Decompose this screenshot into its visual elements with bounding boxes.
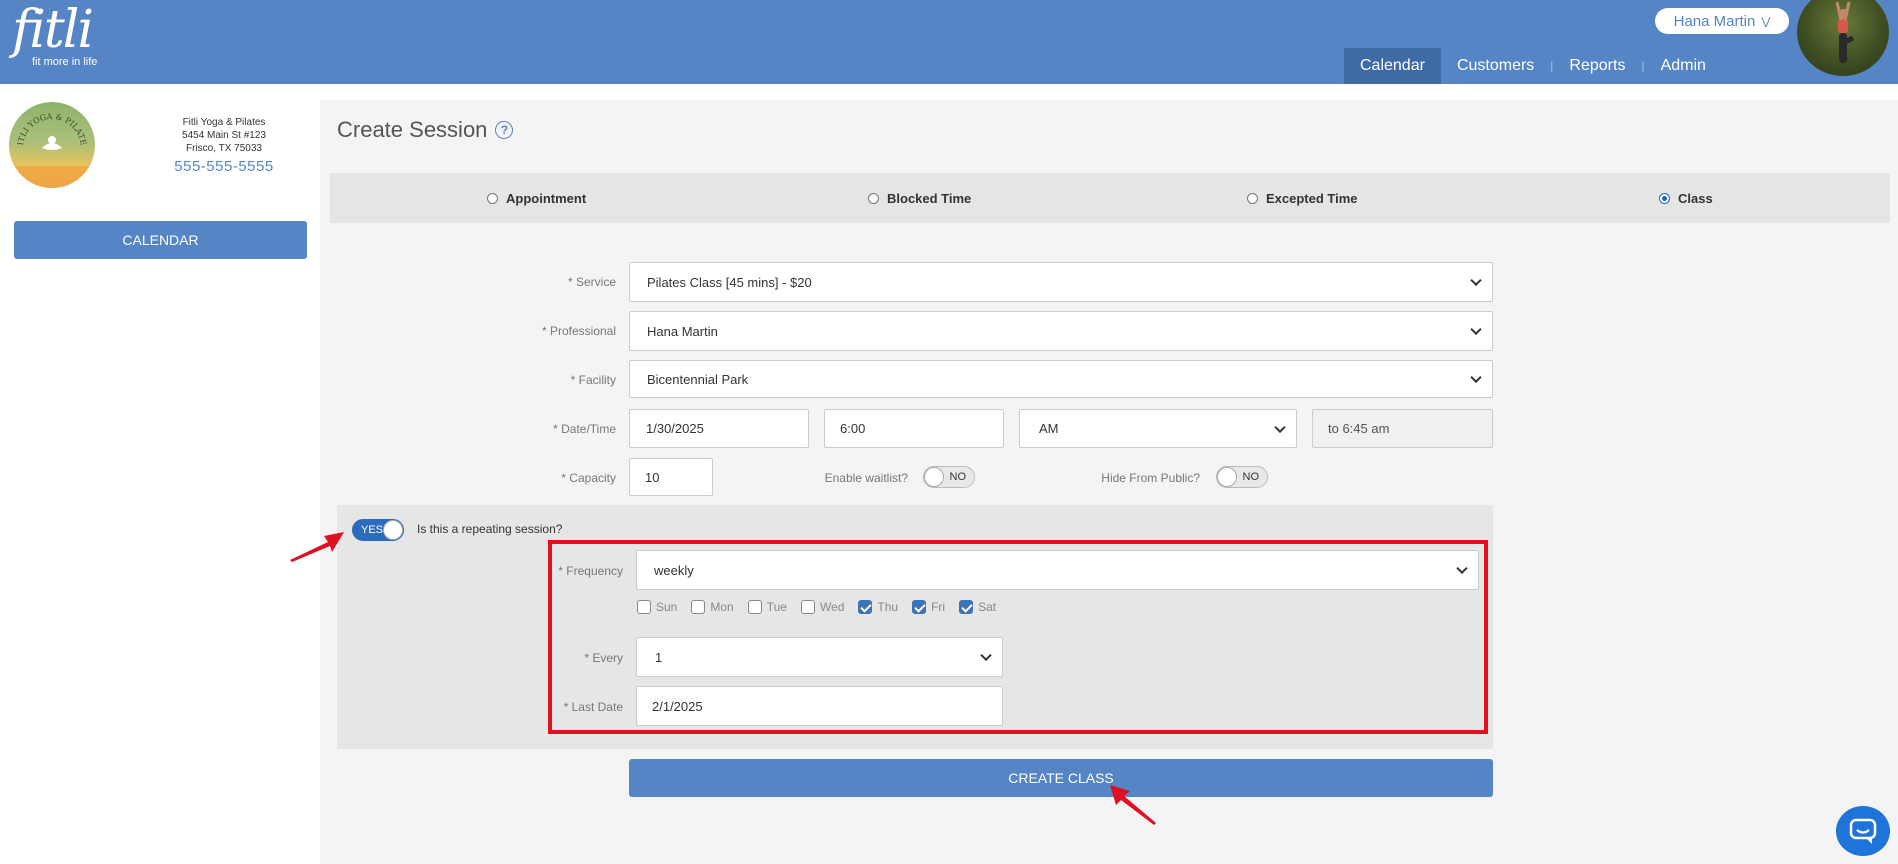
toggle-state: YES	[361, 524, 384, 536]
chat-support-button[interactable]	[1836, 806, 1890, 856]
nav-customers[interactable]: Customers	[1441, 48, 1550, 84]
day-label: Thu	[877, 600, 899, 614]
nav-calendar[interactable]: Calendar	[1344, 48, 1441, 84]
toggle-knob	[1217, 467, 1237, 487]
day-sat[interactable]: Sat	[959, 600, 996, 614]
help-icon[interactable]: ?	[495, 121, 514, 139]
page-title-text: Create Session	[337, 117, 488, 142]
checkbox[interactable]	[800, 600, 815, 614]
day-label: Tue	[766, 600, 787, 614]
day-thu[interactable]: Thu	[858, 600, 898, 614]
radio-label: Class	[1678, 191, 1713, 206]
create-class-button[interactable]: CREATE CLASS	[629, 759, 1493, 797]
radio-button[interactable]	[1247, 193, 1258, 204]
repeat-question: Is this a repeating session?	[417, 522, 563, 536]
studio-phone[interactable]: 555-555-5555	[150, 158, 298, 175]
chat-icon	[1849, 818, 1877, 844]
time-input[interactable]: 6:00	[824, 409, 1004, 448]
radio-blocked-time[interactable]: Blocked Time	[868, 191, 971, 206]
checkbox-checked[interactable]	[912, 600, 927, 614]
page-title: Create Session ?	[337, 117, 514, 143]
repeat-toggle[interactable]: YES	[352, 519, 404, 541]
hide-public-label: Hide From Public?	[1101, 471, 1200, 485]
checkbox[interactable]	[691, 600, 706, 614]
day-wed[interactable]: Wed	[800, 600, 845, 614]
nav-reports[interactable]: Reports	[1553, 48, 1641, 84]
checkbox[interactable]	[747, 600, 762, 614]
main-nav: Calendar Customers | Reports | Admin	[1344, 48, 1722, 84]
toggle-state: NO	[1242, 471, 1260, 483]
capacity-label: * Capacity	[561, 471, 616, 485]
calendar-button[interactable]: CALENDAR	[14, 221, 307, 259]
hide-public-toggle[interactable]: NO	[1216, 466, 1268, 488]
radio-button-selected[interactable]	[1659, 193, 1670, 204]
datetime-label: * Date/Time	[553, 422, 616, 436]
professional-select[interactable]: Hana Martin	[629, 311, 1493, 351]
user-name: Hana Martin	[1673, 12, 1756, 30]
top-header: fitli fit more in life Hana Martin ⋁ Cal…	[0, 0, 1898, 84]
waitlist-toggle[interactable]: NO	[923, 466, 975, 488]
frequency-select[interactable]: weekly	[636, 550, 1479, 590]
address-line-2: Frisco, TX 75033	[186, 143, 262, 154]
session-type-bar: Appointment Blocked Time Excepted Time C…	[330, 173, 1890, 223]
chevron-down-icon: ⋁	[1761, 15, 1771, 28]
radio-label: Excepted Time	[1266, 191, 1358, 206]
service-select[interactable]: Pilates Class [45 mins] - $20	[629, 262, 1493, 302]
waitlist-label: Enable waitlist?	[824, 471, 908, 485]
frequency-label: * Frequency	[558, 564, 623, 578]
weekday-checkboxes: Sun Mon Tue Wed Thu Fri Sat	[637, 600, 996, 614]
avatar[interactable]	[1797, 0, 1889, 76]
checkbox[interactable]	[637, 600, 651, 614]
radio-button[interactable]	[487, 193, 498, 204]
day-tue[interactable]: Tue	[747, 600, 787, 614]
toggle-knob	[383, 520, 403, 540]
date-input[interactable]: 1/30/2025	[629, 409, 809, 448]
studio-address: Fitli Yoga & Pilates 5454 Main St #123 F…	[150, 116, 298, 155]
radio-button[interactable]	[868, 193, 879, 204]
checkbox-checked[interactable]	[959, 600, 974, 614]
facility-label: * Facility	[570, 373, 616, 387]
toggle-knob	[924, 467, 944, 487]
logo-tagline: fit more in life	[32, 56, 98, 68]
ampm-select[interactable]: AM	[1019, 409, 1297, 448]
end-time-display: to 6:45 am	[1312, 409, 1493, 448]
day-label: Sun	[656, 600, 678, 614]
professional-label: * Professional	[541, 324, 616, 338]
day-label: Wed	[819, 600, 845, 614]
radio-appointment[interactable]: Appointment	[487, 191, 586, 206]
studio-name: Fitli Yoga & Pilates	[182, 117, 266, 128]
studio-logo: FITLI YOGA & PILATES	[9, 102, 95, 188]
every-label: * Every	[584, 651, 623, 665]
address-line-1: 5454 Main St #123	[182, 130, 266, 141]
day-label: Sat	[978, 600, 997, 614]
user-menu-button[interactable]: Hana Martin ⋁	[1655, 8, 1789, 34]
service-label: * Service	[567, 275, 616, 289]
fitli-logo[interactable]: fitli fit more in life	[12, 0, 97, 68]
every-select[interactable]: 1	[636, 637, 1003, 677]
capacity-input[interactable]: 10	[629, 458, 713, 496]
radio-class[interactable]: Class	[1659, 191, 1713, 206]
facility-select[interactable]: Bicentennial Park	[629, 360, 1493, 398]
checkbox-checked[interactable]	[858, 600, 873, 614]
radio-excepted-time[interactable]: Excepted Time	[1247, 191, 1358, 206]
day-fri[interactable]: Fri	[912, 600, 945, 614]
annotation-arrow-icon	[1110, 785, 1156, 825]
day-sun[interactable]: Sun	[637, 600, 677, 614]
nav-admin[interactable]: Admin	[1645, 48, 1722, 84]
annotation-arrow-icon	[290, 532, 344, 562]
day-label: Mon	[710, 600, 734, 614]
sidebar	[0, 84, 320, 864]
last-date-input[interactable]: 2/1/2025	[636, 686, 1003, 726]
day-label: Fri	[931, 600, 946, 614]
radio-label: Appointment	[506, 191, 587, 206]
day-mon[interactable]: Mon	[691, 600, 734, 614]
radio-label: Blocked Time	[887, 191, 972, 206]
toggle-state: NO	[949, 471, 967, 483]
last-date-label: * Last Date	[563, 700, 623, 714]
logo-word: fitli	[12, 0, 94, 60]
